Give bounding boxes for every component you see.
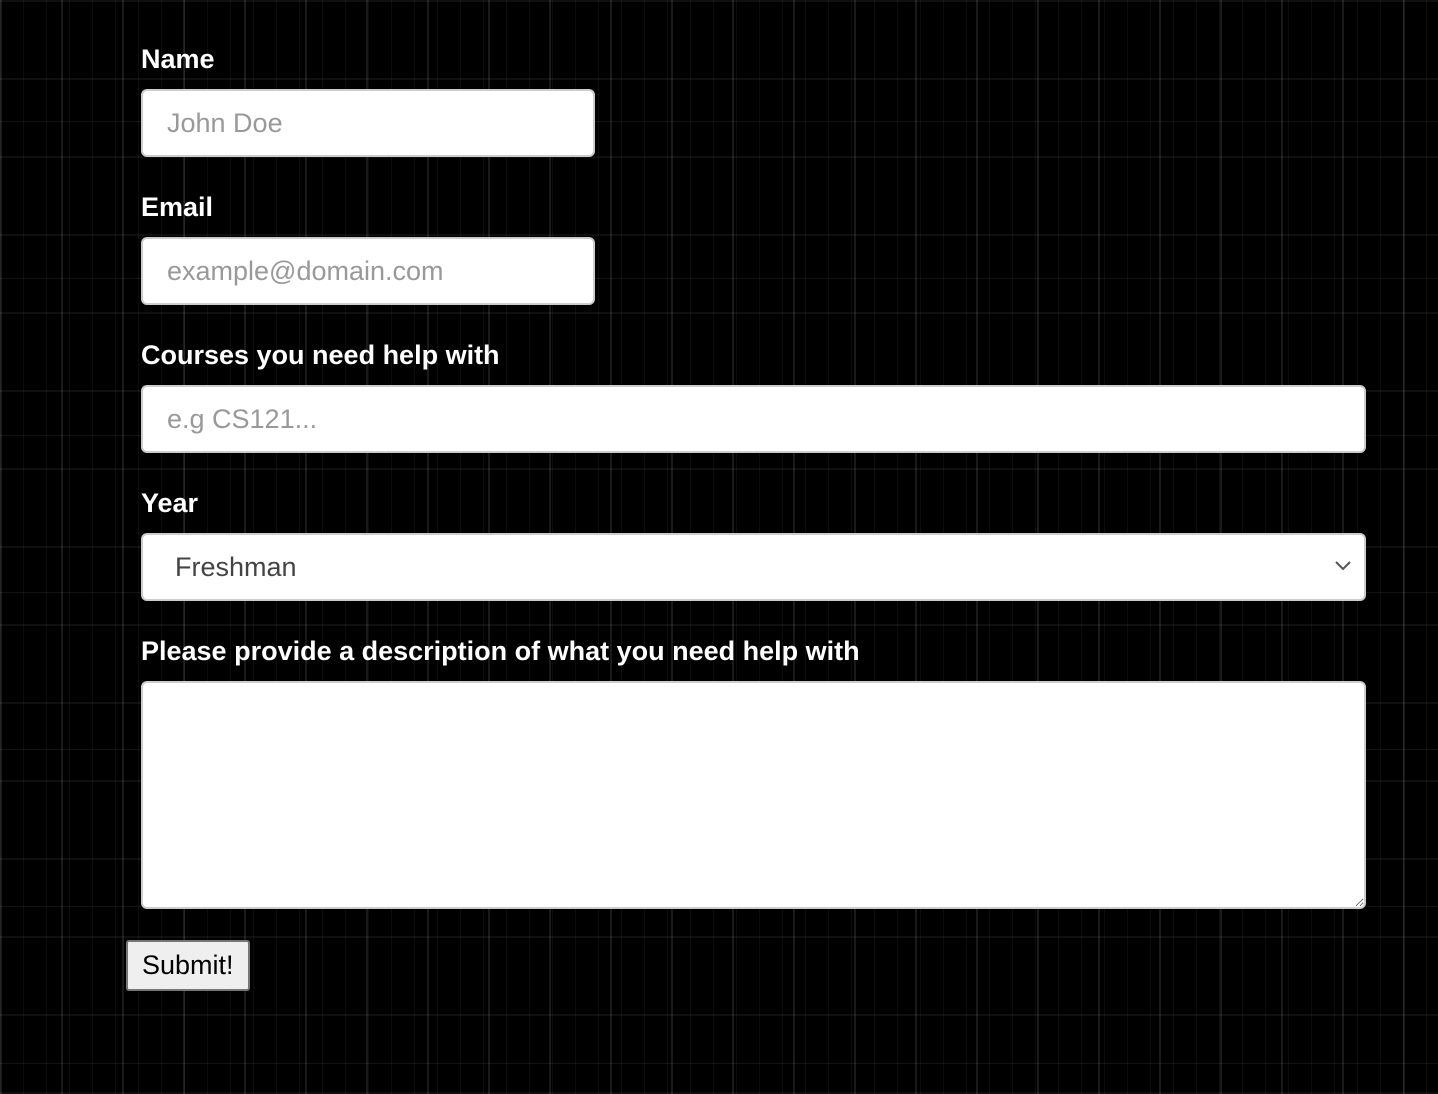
courses-input[interactable] [141,385,1366,453]
email-label: Email [141,192,214,222]
tutoring-request-form: Name Email Courses you need help with Ye… [141,40,1366,909]
name-label: Name [141,44,215,74]
description-textarea[interactable] [141,681,1366,909]
submit-button[interactable]: Submit! [126,940,250,991]
year-label: Year [141,488,199,518]
description-label: Please provide a description of what you… [141,636,860,666]
year-select[interactable]: Freshman [141,533,1366,601]
courses-label: Courses you need help with [141,340,500,370]
year-select-wrapper: Freshman [141,533,1366,601]
name-input[interactable] [141,89,595,157]
email-input[interactable] [141,237,595,305]
